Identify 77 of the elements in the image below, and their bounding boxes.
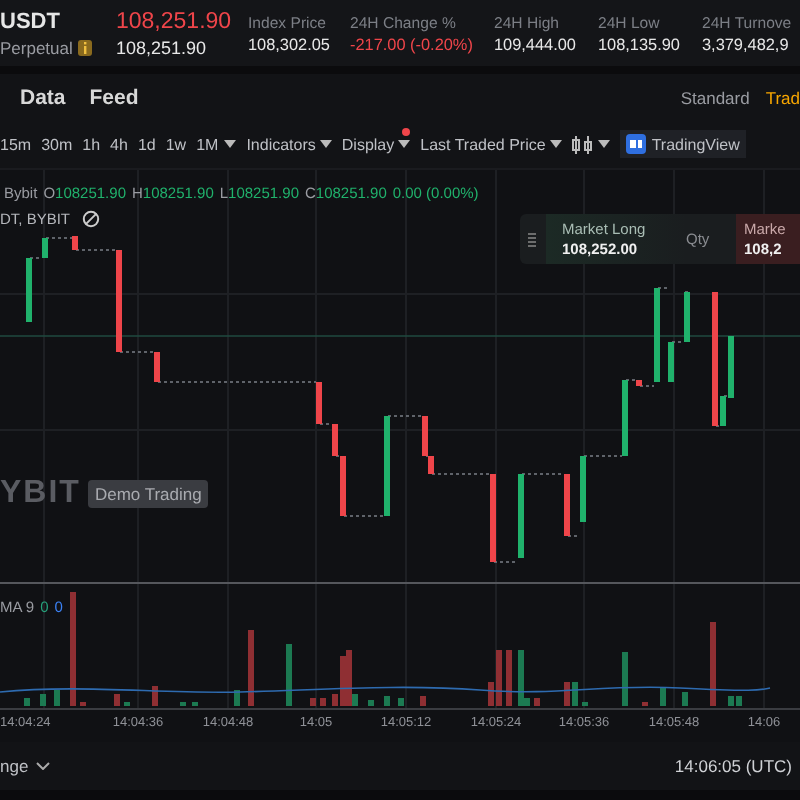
toolbar-dropdown[interactable]: Last Traded Price bbox=[420, 135, 562, 153]
candle bbox=[636, 380, 642, 386]
volume-bar bbox=[368, 700, 374, 706]
clock-time: 14:06:05 (UTC) bbox=[674, 756, 792, 776]
volume-bar bbox=[286, 644, 292, 706]
demo-trading-badge: Demo Trading bbox=[88, 480, 208, 508]
last-price: 108,251.90 bbox=[116, 9, 234, 33]
candle bbox=[580, 456, 586, 522]
candle bbox=[668, 342, 674, 382]
volume-bar bbox=[248, 630, 254, 706]
stat-value: -217.00 (-0.20%) bbox=[350, 35, 475, 53]
candle bbox=[154, 352, 160, 382]
candle bbox=[42, 238, 48, 258]
range-dropdown[interactable]: nge bbox=[0, 756, 51, 776]
interval-button[interactable]: 1M bbox=[196, 135, 219, 153]
drag-handle-icon[interactable] bbox=[528, 231, 536, 247]
candle bbox=[564, 474, 570, 536]
logo-icon bbox=[625, 134, 646, 154]
volume-bar bbox=[24, 698, 30, 706]
interval-button[interactable]: 1w bbox=[165, 135, 187, 153]
candle bbox=[316, 382, 322, 424]
volume-bar bbox=[682, 692, 688, 706]
interval-button[interactable]: 15m bbox=[0, 135, 32, 153]
volume-bar bbox=[114, 694, 120, 706]
candle bbox=[490, 474, 496, 562]
caret-icon bbox=[549, 140, 562, 148]
info-icon[interactable] bbox=[78, 39, 93, 55]
candle bbox=[384, 416, 390, 516]
caret-icon bbox=[398, 140, 411, 148]
volume-bar bbox=[384, 696, 390, 706]
chart-type-button[interactable] bbox=[571, 135, 610, 153]
interval-button[interactable]: 30m bbox=[41, 135, 73, 153]
candle bbox=[72, 236, 78, 250]
volume-bar bbox=[152, 686, 158, 706]
interval-button[interactable]: 4h bbox=[110, 135, 128, 153]
mark-price: 108,251.90 bbox=[116, 37, 209, 57]
volume-bar bbox=[398, 698, 404, 706]
candle bbox=[654, 288, 660, 382]
chevron-icon bbox=[36, 762, 51, 770]
volume-bar bbox=[54, 690, 60, 706]
volume-bar bbox=[420, 696, 426, 706]
candle bbox=[684, 292, 690, 342]
toolbar-dropdown[interactable]: Display bbox=[341, 135, 411, 153]
tab[interactable]: Data bbox=[20, 85, 66, 109]
volume-bar bbox=[660, 688, 666, 706]
candlestick-icon bbox=[571, 135, 594, 153]
caret-icon bbox=[319, 140, 332, 148]
contract-type: Perpetual bbox=[0, 37, 73, 57]
candle bbox=[518, 474, 524, 558]
volume-bar bbox=[70, 592, 76, 706]
view-mode-tab[interactable]: Standard bbox=[680, 87, 750, 107]
volume-bar bbox=[234, 690, 240, 706]
stat-value: 108,135.90 bbox=[598, 35, 682, 53]
watermark-logo: YBIT bbox=[0, 476, 81, 512]
toolbar-dropdown[interactable]: Indicators bbox=[246, 135, 332, 153]
volume-bar bbox=[320, 698, 326, 706]
view-mode-tab[interactable]: Trad bbox=[765, 87, 800, 107]
candle bbox=[622, 380, 628, 456]
interval-button[interactable]: 1d bbox=[137, 135, 156, 153]
volume-bar bbox=[622, 652, 628, 706]
chart-provider-tab[interactable]: TradingView bbox=[619, 130, 746, 158]
interval-button[interactable]: 1h bbox=[82, 135, 101, 153]
volume-bar bbox=[40, 694, 46, 706]
stat-value: 3,379,482,9 bbox=[702, 35, 791, 53]
tab[interactable]: Feed bbox=[89, 85, 139, 109]
candle bbox=[26, 258, 32, 322]
volume-bar bbox=[710, 622, 716, 706]
stat-value: 109,444.00 bbox=[494, 35, 578, 53]
symbol-name[interactable]: USDT bbox=[0, 9, 116, 33]
stat-value: 108,302.05 bbox=[248, 35, 332, 53]
caret-icon[interactable] bbox=[224, 140, 237, 148]
volume-bar bbox=[310, 698, 316, 706]
caret-icon bbox=[597, 140, 610, 148]
volume-bar bbox=[534, 698, 540, 706]
hidden-icon[interactable] bbox=[82, 210, 101, 228]
volume-bar bbox=[506, 650, 512, 706]
candle bbox=[116, 250, 122, 352]
